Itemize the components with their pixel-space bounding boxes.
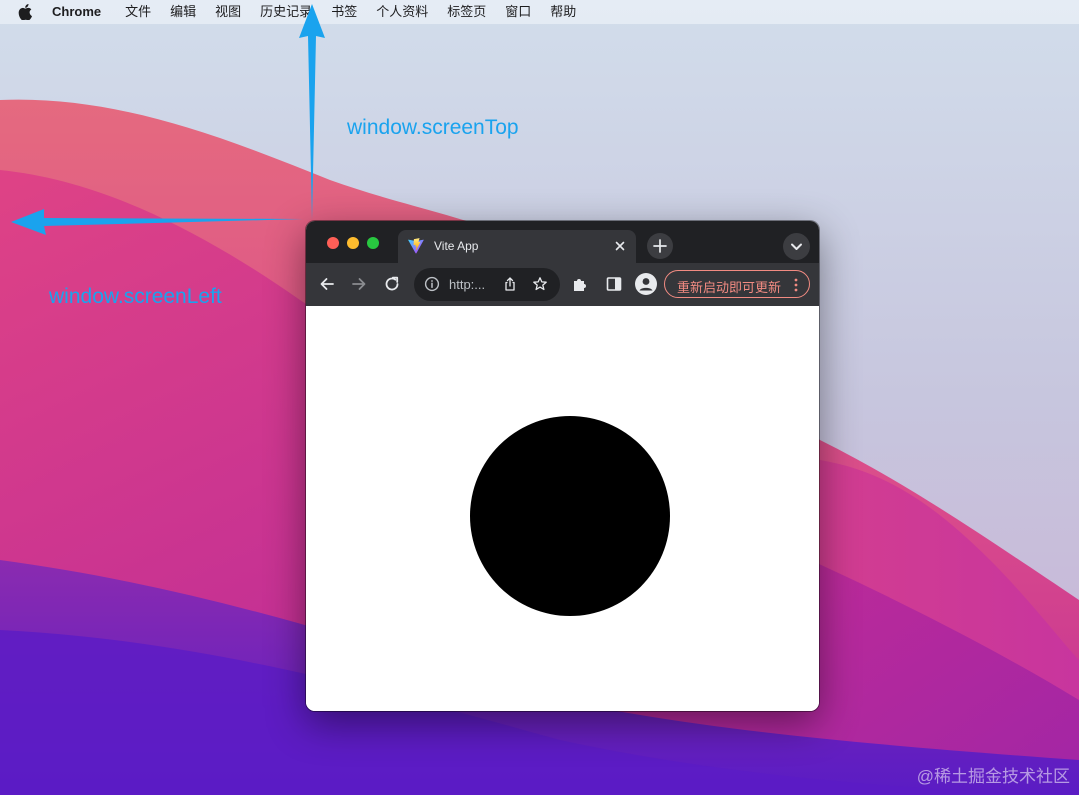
screen-top-annotation: window.screenTop xyxy=(347,116,519,139)
watermark: @稀土掘金技术社区 xyxy=(916,767,1070,786)
annotation-arrows xyxy=(11,4,325,235)
screen-left-arrow xyxy=(11,209,303,235)
screen-top-arrow xyxy=(299,4,325,220)
screen-left-annotation: window.screenLeft xyxy=(49,285,222,308)
